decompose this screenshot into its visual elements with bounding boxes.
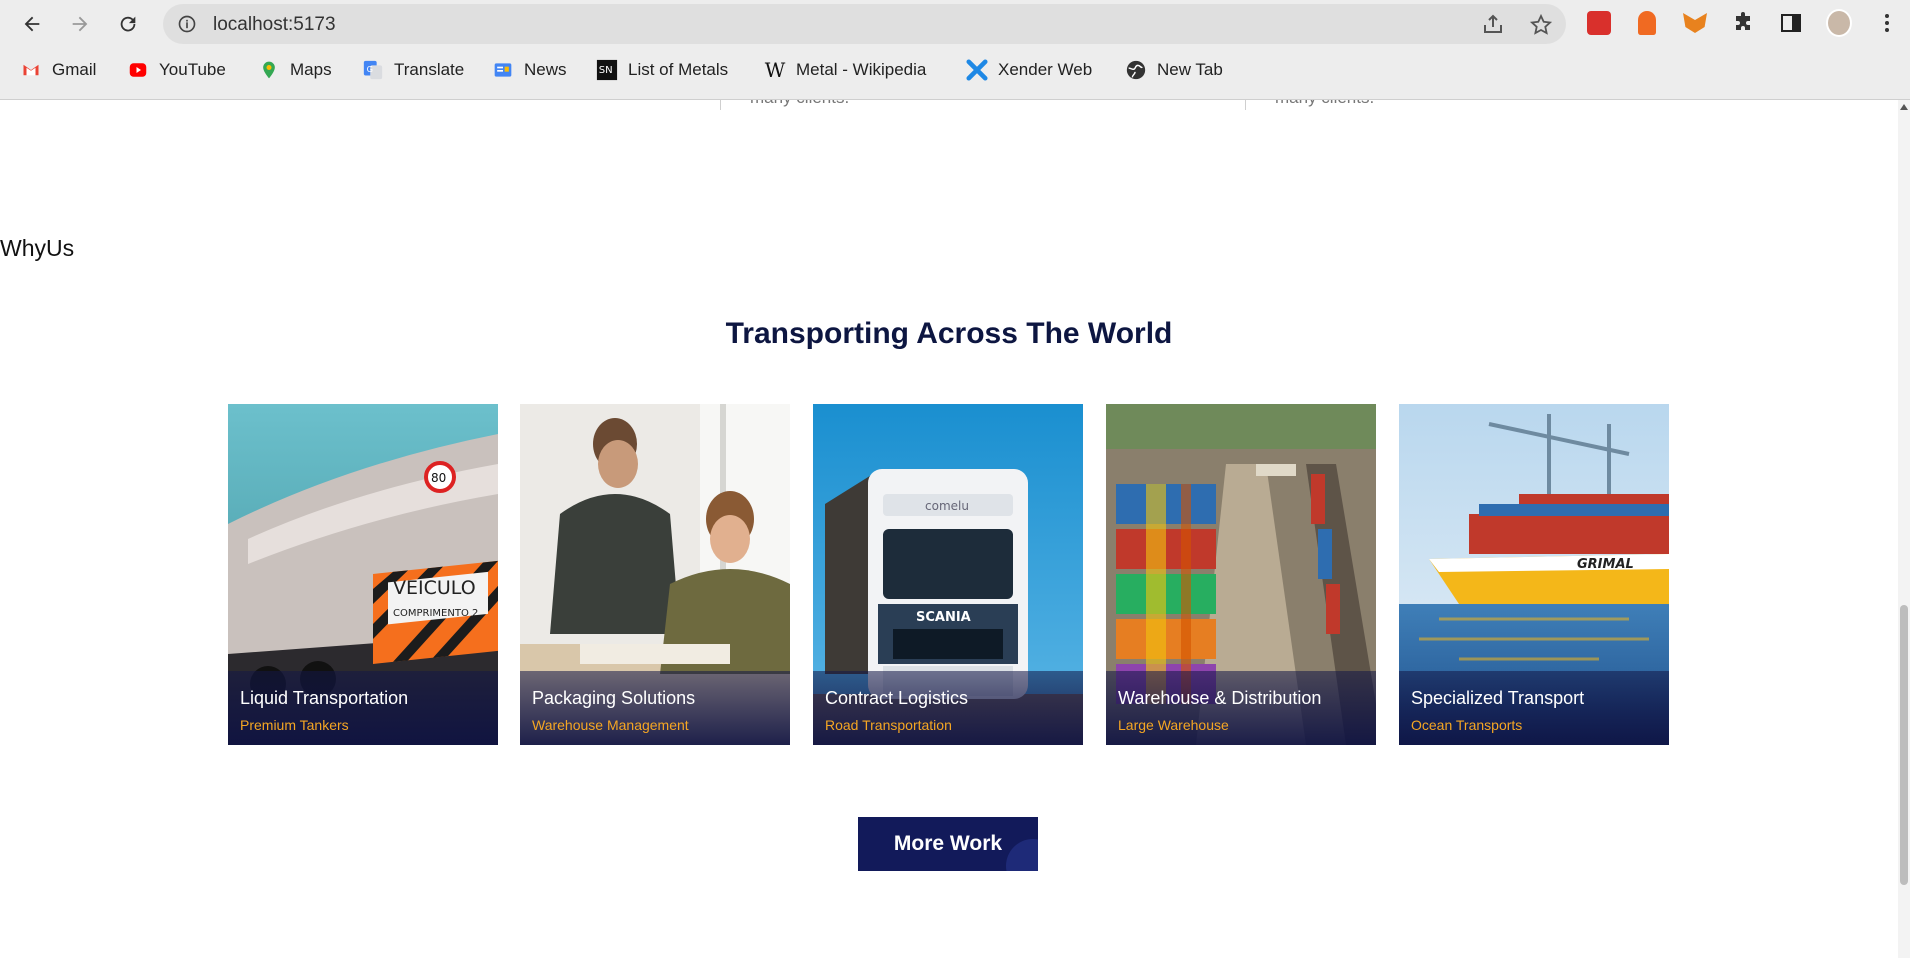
card-title: Specialized Transport xyxy=(1411,688,1585,708)
svg-text:G: G xyxy=(367,64,373,74)
svg-text:SN: SN xyxy=(599,65,613,76)
arrow-right-icon xyxy=(72,16,88,32)
sn-icon: SN xyxy=(596,59,618,81)
previous-section-text: many clients. xyxy=(1275,100,1374,108)
bookmark-new-tab[interactable]: New Tab xyxy=(1125,55,1223,85)
service-card-specialized-transport[interactable]: GRIMAL Specialized Transport Ocean Trans… xyxy=(1399,404,1669,745)
bookmark-label: YouTube xyxy=(159,60,226,79)
bookmark-label: List of Metals xyxy=(628,60,729,79)
card-subtitle: Road Transportation xyxy=(825,717,952,733)
bookmark-gmail[interactable]: Gmail xyxy=(20,55,96,85)
more-work-label: More Work xyxy=(893,832,1003,855)
youtube-icon xyxy=(127,59,149,81)
svg-text:80: 80 xyxy=(431,471,446,485)
bookmark-label: News xyxy=(524,60,567,79)
service-card-liquid-transportation[interactable]: VEÍCULO COMPRIMENTO 2 80 Liquid Transpor… xyxy=(228,404,498,745)
maps-icon xyxy=(258,59,280,81)
svg-text:SCANIA: SCANIA xyxy=(916,610,971,625)
svg-text:GRIMAL: GRIMAL xyxy=(1577,557,1634,572)
card-subtitle: Ocean Transports xyxy=(1411,717,1523,733)
bookmark-youtube[interactable]: YouTube xyxy=(127,55,226,85)
info-icon[interactable] xyxy=(177,14,197,34)
svg-text:VEÍCULO: VEÍCULO xyxy=(393,576,476,599)
wikipedia-icon: W xyxy=(764,58,786,82)
card-title: Contract Logistics xyxy=(825,688,969,708)
bookmark-label: Gmail xyxy=(52,60,97,79)
previous-section-text: many clients. xyxy=(750,100,849,108)
bookmarks-bar: Gmail YouTube Maps G Translate News SN L… xyxy=(0,55,1910,85)
scroll-up-arrow-icon[interactable] xyxy=(1900,104,1908,110)
address-bar[interactable]: localhost:5173 xyxy=(163,4,1566,44)
bookmark-list-of-metals[interactable]: SN List of Metals xyxy=(596,55,728,85)
bookmark-label: Xender Web xyxy=(998,60,1093,79)
card-subtitle: Premium Tankers xyxy=(240,717,349,733)
whyus-label: WhyUs xyxy=(0,235,75,261)
arrow-left-icon xyxy=(24,16,40,32)
card-title: Packaging Solutions xyxy=(532,688,696,708)
browser-chrome: localhost:5173 Gmail YouTube Maps G Tran… xyxy=(0,0,1910,100)
avatar[interactable] xyxy=(1826,9,1852,37)
more-work-button[interactable]: More Work xyxy=(858,817,1038,871)
star-icon[interactable] xyxy=(1529,13,1553,37)
share-icon[interactable] xyxy=(1481,13,1505,37)
bookmark-label: New Tab xyxy=(1157,60,1223,79)
previous-section-divider xyxy=(720,100,721,110)
reload-button[interactable] xyxy=(112,8,144,40)
bookmark-translate[interactable]: G Translate xyxy=(362,55,464,85)
news-icon xyxy=(492,59,514,81)
gmail-icon xyxy=(20,59,42,81)
side-panel-icon[interactable] xyxy=(1778,10,1804,36)
svg-text:COMPRIMENTO 2: COMPRIMENTO 2 xyxy=(393,608,478,619)
service-card-warehouse-distribution[interactable]: Warehouse & Distribution Large Warehouse xyxy=(1106,404,1376,745)
service-card-packaging-solutions[interactable]: Packaging Solutions Warehouse Management xyxy=(520,404,790,745)
page-scrollbar[interactable] xyxy=(1898,100,1910,958)
page-viewport: many clients. many clients. WhyUs Transp… xyxy=(0,100,1898,958)
globe-icon xyxy=(1125,59,1147,81)
scrollbar-thumb[interactable] xyxy=(1900,605,1908,885)
reload-icon xyxy=(120,16,136,32)
bookmark-news[interactable]: News xyxy=(492,55,567,85)
bookmark-label: Translate xyxy=(394,60,465,79)
bookmark-metal-wikipedia[interactable]: W Metal - Wikipedia xyxy=(764,55,927,85)
card-title: Liquid Transportation xyxy=(240,688,409,708)
forward-button[interactable] xyxy=(64,8,96,40)
back-button[interactable] xyxy=(16,8,48,40)
service-card-contract-logistics[interactable]: comelu SCANIA Contract Logistics Road Tr… xyxy=(813,404,1083,745)
svg-text:comelu: comelu xyxy=(925,499,969,513)
card-subtitle: Large Warehouse xyxy=(1118,717,1229,733)
metamask-fox-icon[interactable] xyxy=(1682,10,1708,36)
card-subtitle: Warehouse Management xyxy=(532,717,689,733)
extension-red-icon[interactable] xyxy=(1586,10,1612,36)
bookmark-label: Maps xyxy=(290,60,332,79)
previous-section-divider xyxy=(1245,100,1246,110)
bookmark-label: Metal - Wikipedia xyxy=(796,60,927,79)
extension-orange-icon[interactable] xyxy=(1634,10,1660,36)
card-title: Warehouse & Distribution xyxy=(1118,688,1322,708)
bookmark-xender-web[interactable]: Xender Web xyxy=(966,55,1092,85)
browser-toolbar: localhost:5173 xyxy=(0,0,1910,46)
menu-dots-icon[interactable] xyxy=(1874,10,1900,36)
url-text[interactable]: localhost:5173 xyxy=(213,14,336,36)
puzzle-icon[interactable] xyxy=(1730,10,1756,36)
xender-icon xyxy=(966,59,988,81)
bookmark-maps[interactable]: Maps xyxy=(258,55,332,85)
section-title: Transporting Across The World xyxy=(725,317,1173,350)
translate-icon: G xyxy=(362,59,384,81)
button-decoration xyxy=(1006,839,1038,871)
